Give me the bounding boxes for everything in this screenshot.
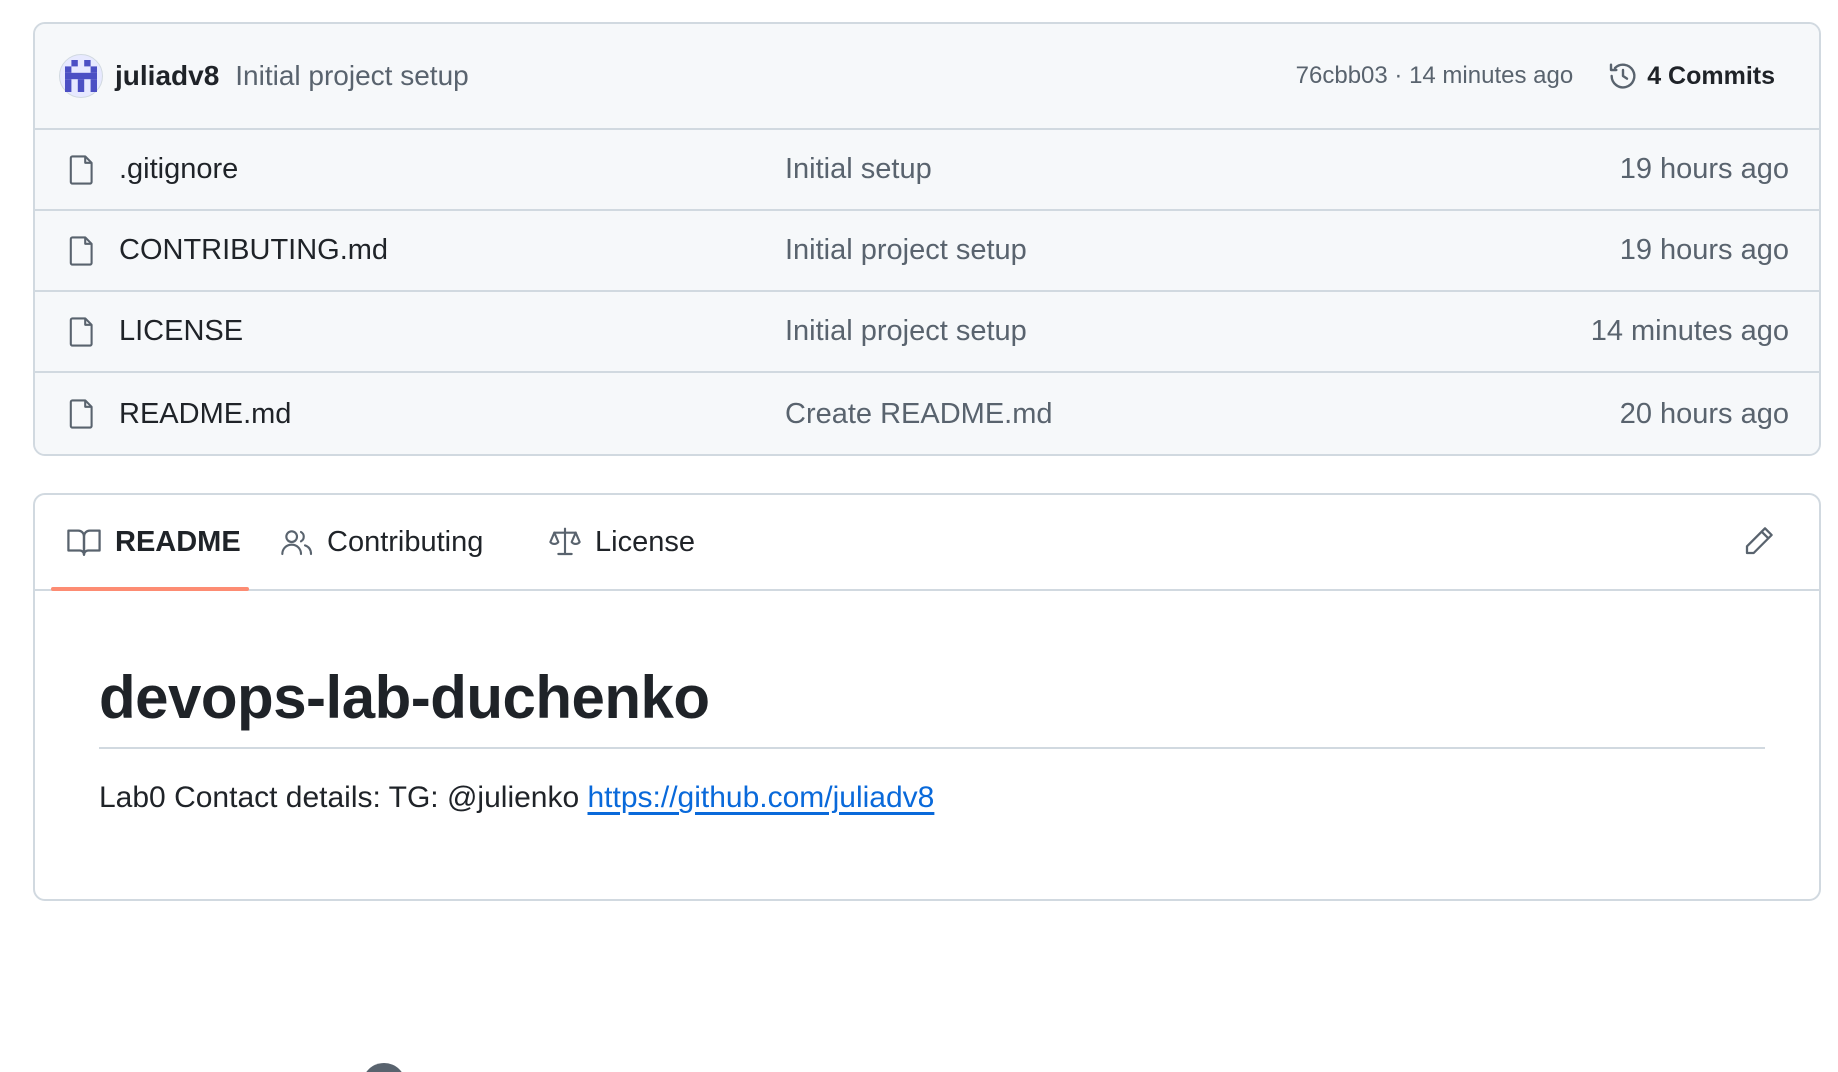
people-icon	[281, 527, 313, 557]
edit-readme-button[interactable]	[1743, 525, 1775, 557]
active-tab-underline	[51, 587, 249, 591]
file-name-link[interactable]: README.md	[119, 398, 291, 431]
tab-license[interactable]: License	[549, 495, 695, 589]
file-row[interactable]: CONTRIBUTING.md Initial project setup 19…	[35, 211, 1819, 292]
tab-readme-label: README	[115, 525, 241, 558]
commit-author-link[interactable]: juliadv8	[115, 60, 219, 92]
readme-panel: README Contributing License devops-lab-d…	[33, 493, 1821, 901]
pencil-icon	[1745, 527, 1773, 555]
tab-contributing-label: Contributing	[327, 525, 484, 558]
file-icon	[69, 398, 95, 430]
file-name-link[interactable]: CONTRIBUTING.md	[119, 234, 388, 267]
readme-text: Lab0 Contact details: TG: @julienko	[99, 781, 588, 814]
readme-tabs: README Contributing License	[35, 495, 1819, 591]
file-row[interactable]: .gitignore Initial setup 19 hours ago	[35, 130, 1819, 211]
file-commit-message-link[interactable]: Create README.md	[785, 398, 1053, 431]
file-listing: juliadv8 Initial project setup 76cbb03 ·…	[33, 22, 1821, 456]
file-commit-time: 19 hours ago	[1619, 153, 1789, 185]
github-profile-link[interactable]: https://github.com/juliadv8	[588, 781, 935, 814]
readme-paragraph: Lab0 Contact details: TG: @julienko http…	[99, 781, 934, 815]
file-commit-message-link[interactable]: Initial project setup	[785, 315, 1027, 348]
file-icon	[69, 154, 95, 186]
commit-message-link[interactable]: Initial project setup	[235, 60, 468, 92]
file-commit-time: 19 hours ago	[1619, 234, 1789, 266]
tab-license-label: License	[595, 525, 695, 558]
identicon-avatar-icon	[65, 60, 97, 92]
file-icon	[69, 235, 95, 267]
repo-page: juliadv8 Initial project setup 76cbb03 ·…	[0, 0, 1838, 1072]
file-commit-message-link[interactable]: Initial setup	[785, 153, 932, 186]
file-row[interactable]: README.md Create README.md 20 hours ago	[35, 373, 1819, 454]
file-commit-time: 20 hours ago	[1619, 397, 1789, 430]
heading-divider	[99, 747, 1765, 749]
book-icon	[67, 527, 101, 557]
commit-sha-and-time[interactable]: 76cbb03 · 14 minutes ago	[1296, 62, 1574, 90]
file-commit-time: 14 minutes ago	[1590, 315, 1789, 347]
file-name-link[interactable]: LICENSE	[119, 315, 243, 348]
commits-history-link[interactable]: 4 Commits	[1607, 60, 1775, 92]
readme-heading: devops-lab-duchenko	[99, 664, 710, 731]
tab-contributing[interactable]: Contributing	[281, 495, 483, 589]
file-name-link[interactable]: .gitignore	[119, 153, 238, 186]
author-avatar[interactable]	[59, 54, 103, 98]
file-commit-message-link[interactable]: Initial project setup	[785, 234, 1027, 267]
latest-commit-bar: juliadv8 Initial project setup 76cbb03 ·…	[35, 24, 1819, 130]
law-icon	[549, 527, 581, 557]
tab-readme[interactable]: README	[67, 495, 241, 589]
file-icon	[69, 316, 95, 348]
history-icon	[1607, 60, 1639, 92]
file-row[interactable]: LICENSE Initial project setup 14 minutes…	[35, 292, 1819, 373]
github-logo-icon[interactable]	[362, 1063, 406, 1072]
commits-count-label: 4 Commits	[1647, 61, 1775, 90]
